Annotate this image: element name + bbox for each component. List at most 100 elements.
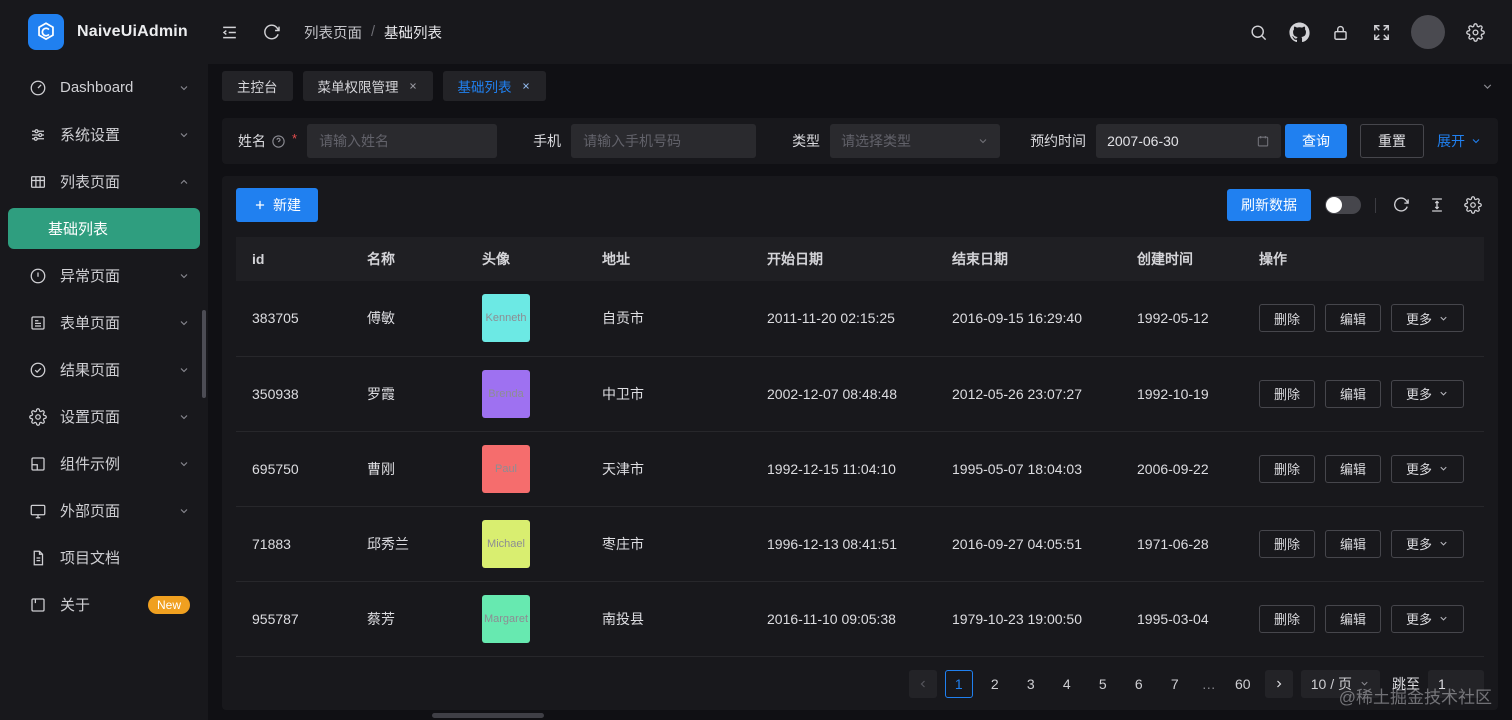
page-button[interactable]: 4 — [1053, 670, 1081, 698]
chevron-down-icon — [1438, 388, 1449, 399]
chevron-down-icon — [1438, 313, 1449, 324]
chevron-down-icon — [1438, 538, 1449, 549]
table-icon — [29, 173, 47, 191]
page-button[interactable]: 7 — [1161, 670, 1189, 698]
table-row: 695750 曹刚 Paul 天津市 1992-12-15 11:04:10 1… — [236, 431, 1484, 507]
main-content: 主控台 菜单权限管理 基础列表 姓名 * 请输入姓名 手机 请输入手机号码 类型… — [208, 64, 1512, 720]
sidebar-item-dashboard[interactable]: Dashboard — [0, 64, 208, 111]
date-picker[interactable]: 2007-06-30 — [1096, 124, 1282, 158]
refresh-table-icon[interactable] — [1390, 194, 1412, 216]
sidebar-item-system-settings[interactable]: 系统设置 — [0, 111, 208, 158]
edit-button[interactable]: 编辑 — [1325, 454, 1382, 483]
chevron-down-icon — [178, 364, 190, 376]
sidebar-item-result-pages[interactable]: 结果页面 — [0, 346, 208, 393]
github-icon[interactable] — [1282, 15, 1316, 49]
table-row: 71883 邱秀兰 Michael 枣庄市 1996-12-13 08:41:5… — [236, 506, 1484, 582]
collapse-sidebar-icon[interactable] — [212, 15, 246, 49]
more-button[interactable]: 更多 — [1391, 454, 1465, 483]
table-row: 955787 蔡芳 Margaret 南投县 2016-11-10 09:05:… — [236, 581, 1484, 657]
page-button[interactable]: 1 — [944, 669, 973, 698]
lock-icon[interactable] — [1323, 15, 1357, 49]
phone-input[interactable] — [571, 124, 757, 158]
sliders-icon — [29, 126, 47, 144]
sidebar-item-component-examples[interactable]: 组件示例 — [0, 440, 208, 487]
type-select[interactable]: 请选择类型 — [830, 124, 1001, 158]
edit-button[interactable]: 编辑 — [1325, 379, 1382, 408]
sidebar-item-basic-list[interactable]: 基础列表 — [8, 208, 200, 249]
chevron-down-icon — [178, 317, 190, 329]
table-toolbar: 新建 刷新数据 — [236, 188, 1484, 222]
prev-page-button[interactable] — [908, 669, 937, 698]
delete-button[interactable]: 删除 — [1259, 304, 1316, 333]
search-icon[interactable] — [1241, 15, 1275, 49]
help-circle-icon[interactable] — [271, 134, 286, 149]
sidebar-item-exception-pages[interactable]: 异常页面 — [0, 252, 208, 299]
jump-to-input[interactable] — [1428, 669, 1484, 698]
query-button[interactable]: 查询 — [1285, 124, 1347, 158]
refresh-data-button[interactable]: 刷新数据 — [1227, 189, 1311, 221]
more-button[interactable]: 更多 — [1391, 304, 1465, 333]
chevron-down-icon — [178, 458, 190, 470]
sidebar-item-project-docs[interactable]: 项目文档 — [0, 534, 208, 581]
type-label: 类型 — [792, 133, 821, 149]
table-header-row: id 名称 头像 地址 开始日期 结束日期 创建时间 操作 — [236, 237, 1484, 281]
tab-console[interactable]: 主控台 — [222, 71, 293, 101]
delete-button[interactable]: 删除 — [1259, 454, 1316, 483]
more-button[interactable]: 更多 — [1391, 604, 1465, 633]
sidebar-item-about[interactable]: 关于 New — [0, 581, 208, 628]
breadcrumb-parent[interactable]: 列表页面 — [304, 22, 362, 43]
close-icon[interactable] — [408, 81, 418, 91]
pagination: 1 2 3 4 5 6 7 … 60 10 / 页 跳至 — [236, 669, 1484, 698]
delete-button[interactable]: 删除 — [1259, 604, 1316, 633]
column-header-address: 地址 — [586, 237, 751, 281]
page-button[interactable]: 5 — [1089, 670, 1117, 698]
row-density-icon[interactable] — [1426, 194, 1448, 216]
more-button[interactable]: 更多 — [1391, 529, 1465, 558]
user-avatar[interactable] — [1411, 15, 1445, 49]
column-header-begin-date: 开始日期 — [751, 237, 936, 281]
tab-menu-permission[interactable]: 菜单权限管理 — [302, 71, 433, 101]
delete-button[interactable]: 删除 — [1259, 379, 1316, 408]
table-settings-gear-icon[interactable] — [1462, 194, 1484, 216]
edit-button[interactable]: 编辑 — [1325, 304, 1382, 333]
tabs-menu-chevron-icon[interactable] — [1477, 76, 1498, 97]
breadcrumb-current: 基础列表 — [384, 25, 443, 42]
reload-page-icon[interactable] — [254, 15, 288, 49]
page-button[interactable]: 60 — [1229, 670, 1257, 698]
page-button[interactable]: 3 — [1017, 670, 1045, 698]
page-button[interactable]: 2 — [981, 670, 1009, 698]
app-logo-icon[interactable] — [28, 14, 64, 50]
chevron-down-icon — [1438, 613, 1449, 624]
edit-button[interactable]: 编辑 — [1325, 529, 1382, 558]
fullscreen-icon[interactable] — [1364, 15, 1398, 49]
chevron-down-icon — [178, 129, 190, 141]
tab-basic-list[interactable]: 基础列表 — [442, 71, 546, 101]
row-avatar: Michael — [482, 519, 530, 568]
page-button[interactable]: 6 — [1125, 670, 1153, 698]
next-page-button[interactable] — [1264, 669, 1293, 698]
striped-toggle[interactable] — [1325, 196, 1361, 214]
row-avatar: Kenneth — [482, 294, 530, 343]
settings-gear-icon[interactable] — [1458, 15, 1492, 49]
delete-button[interactable]: 删除 — [1259, 529, 1316, 558]
row-avatar: Margaret — [482, 594, 530, 643]
chevron-down-icon — [1359, 678, 1370, 689]
sidebar-scrollbar[interactable] — [202, 310, 206, 398]
calendar-icon — [1256, 134, 1270, 148]
more-button[interactable]: 更多 — [1391, 379, 1465, 408]
close-icon[interactable] — [521, 81, 531, 91]
expand-toggle[interactable]: 展开 — [1437, 131, 1482, 151]
edit-button[interactable]: 编辑 — [1325, 604, 1382, 633]
sidebar-item-settings-pages[interactable]: 设置页面 — [0, 393, 208, 440]
page-size-select[interactable]: 10 / 页 — [1300, 669, 1380, 698]
create-button[interactable]: 新建 — [236, 188, 318, 222]
sidebar-item-external-pages[interactable]: 外部页面 — [0, 487, 208, 534]
name-input[interactable] — [307, 124, 498, 158]
sidebar-item-form-pages[interactable]: 表单页面 — [0, 299, 208, 346]
reset-button[interactable]: 重置 — [1360, 124, 1424, 158]
phone-label: 手机 — [533, 133, 562, 149]
horizontal-scrollbar[interactable] — [432, 713, 544, 718]
sidebar-item-list-pages[interactable]: 列表页面 — [0, 158, 208, 205]
column-header-avatar: 头像 — [466, 237, 586, 281]
check-circle-icon — [29, 361, 47, 379]
